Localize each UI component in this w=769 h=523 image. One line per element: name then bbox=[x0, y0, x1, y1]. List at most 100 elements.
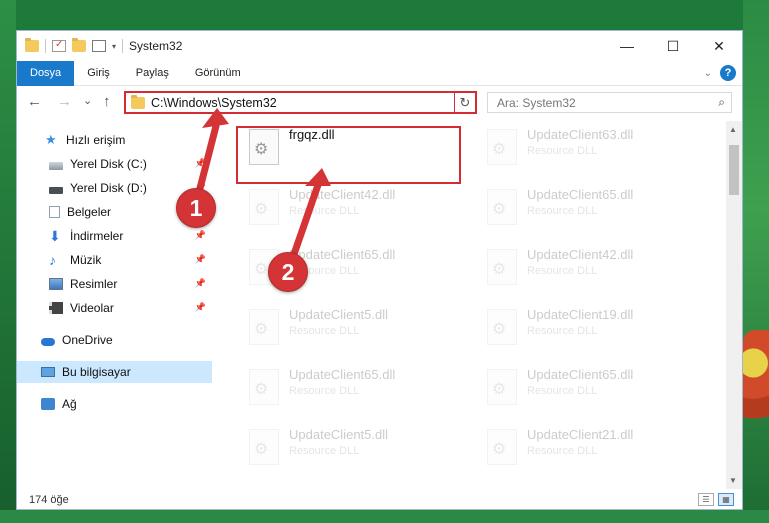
sidebar-item-label: Belgeler bbox=[67, 205, 111, 219]
file-type: Resource DLL bbox=[527, 205, 633, 217]
toolbar-separator bbox=[45, 39, 46, 53]
dll-file-icon bbox=[487, 309, 517, 345]
pin-icon: 📌 bbox=[195, 302, 206, 313]
file-item[interactable]: UpdateClient65.dllResource DLL bbox=[473, 185, 693, 239]
search-placeholder: Ara: System32 bbox=[497, 96, 576, 110]
document-icon bbox=[49, 206, 60, 218]
navigation-pane: ★ Hızlı erişim Yerel Disk (C:) 📌 Yerel D… bbox=[17, 121, 212, 481]
file-item[interactable]: UpdateClient5.dll Resource DLL bbox=[235, 305, 455, 359]
scroll-down-arrow-icon[interactable]: ▼ bbox=[729, 476, 737, 485]
sidebar-item-label: İndirmeler bbox=[70, 229, 123, 243]
scrollbar-thumb[interactable] bbox=[729, 145, 739, 195]
file-name: UpdateClient19.dll bbox=[527, 307, 633, 322]
file-name: UpdateClient5.dll bbox=[289, 307, 388, 322]
sidebar-item-onedrive[interactable]: OneDrive bbox=[17, 329, 212, 351]
tab-view[interactable]: Görünüm bbox=[182, 61, 254, 86]
file-name: UpdateClient21.dll bbox=[527, 427, 633, 442]
file-name: UpdateClient42.dll bbox=[527, 247, 633, 262]
ribbon-right-controls: ⌄ ? bbox=[704, 65, 736, 81]
address-path[interactable]: C:\Windows\System32 bbox=[151, 96, 461, 110]
desktop-background-bottom bbox=[0, 510, 769, 523]
tiles-view-icon[interactable]: ▦ bbox=[718, 493, 734, 506]
pictures-icon bbox=[49, 278, 63, 290]
sidebar-item-downloads[interactable]: ⬇ İndirmeler 📌 bbox=[17, 225, 212, 247]
sidebar-item-videos[interactable]: Videolar 📌 bbox=[17, 297, 212, 319]
view-switcher: ☰ ▦ bbox=[698, 493, 734, 506]
pin-icon: 📌 bbox=[195, 254, 206, 265]
drive-icon bbox=[49, 187, 63, 194]
file-name: UpdateClient5.dll bbox=[289, 427, 388, 442]
properties-check-icon[interactable] bbox=[52, 40, 66, 52]
star-icon: ★ bbox=[45, 134, 59, 146]
file-item[interactable]: UpdateClient63.dll Resource DLL bbox=[473, 125, 693, 179]
folder-icon bbox=[25, 40, 39, 52]
file-type: Resource DLL bbox=[289, 325, 388, 337]
dll-file-icon bbox=[487, 369, 517, 405]
file-item[interactable]: UpdateClient42.dll Resource DLL bbox=[235, 185, 455, 239]
file-item[interactable]: UpdateClient42.dll Resource DLL bbox=[473, 245, 693, 299]
file-type: Resource DLL bbox=[527, 385, 633, 397]
videos-icon bbox=[49, 302, 63, 314]
sidebar-item-label: Hızlı erişim bbox=[66, 133, 125, 147]
address-bar[interactable]: C:\Windows\System32 ⌄ bbox=[124, 91, 477, 114]
file-item[interactable]: UpdateClient21.dll Resource DLL bbox=[473, 425, 693, 479]
scroll-up-arrow-icon[interactable]: ▲ bbox=[729, 125, 737, 134]
tab-file[interactable]: Dosya bbox=[17, 61, 74, 86]
dll-file-icon bbox=[249, 189, 279, 225]
file-type: Resource DLL bbox=[527, 325, 633, 337]
file-type: Resource DLL bbox=[289, 445, 388, 457]
forward-arrow-icon[interactable]: → bbox=[57, 93, 72, 110]
back-arrow-icon[interactable]: ← bbox=[27, 93, 42, 110]
new-folder-icon[interactable] bbox=[72, 40, 86, 52]
file-name: UpdateClient65.dll bbox=[289, 247, 395, 262]
file-name: UpdateClient63.dll bbox=[527, 127, 633, 142]
tab-share[interactable]: Paylaş bbox=[123, 61, 182, 86]
sidebar-item-pictures[interactable]: Resimler 📌 bbox=[17, 273, 212, 295]
up-arrow-icon[interactable]: ↑ bbox=[103, 93, 111, 110]
minimize-button[interactable]: — bbox=[604, 31, 650, 61]
file-type: Resource DLL bbox=[527, 265, 633, 277]
ribbon-tabs: Dosya Giriş Paylaş Görünüm ⌄ ? bbox=[17, 61, 742, 86]
file-type: Resource DLL bbox=[527, 145, 633, 157]
sidebar-item-music[interactable]: ♪ Müzik 📌 bbox=[17, 249, 212, 271]
desktop-background-right bbox=[743, 0, 769, 523]
customize-toolbar-dropdown[interactable]: ▾ bbox=[112, 42, 116, 51]
expand-ribbon-chevron-icon[interactable]: ⌄ bbox=[704, 68, 712, 79]
sidebar-item-this-pc[interactable]: Bu bilgisayar bbox=[17, 361, 212, 383]
details-view-icon[interactable]: ☰ bbox=[698, 493, 714, 506]
file-item[interactable]: UpdateClient65.dllResource DLL bbox=[473, 365, 693, 419]
file-type: Resource DLL bbox=[527, 445, 633, 457]
file-type: Resource DLL bbox=[289, 205, 395, 217]
file-name: UpdateClient65.dll bbox=[289, 367, 395, 382]
sidebar-item-label: Müzik bbox=[70, 253, 101, 267]
sidebar-item-label: Ağ bbox=[62, 397, 77, 411]
sidebar-item-quick-access[interactable]: ★ Hızlı erişim bbox=[17, 129, 212, 151]
pin-icon: 📌 bbox=[195, 278, 206, 289]
recent-locations-icon[interactable]: ⌄ bbox=[83, 94, 92, 107]
item-count: 174 öğe bbox=[29, 494, 69, 506]
search-input[interactable]: Ara: System32 ⌕ bbox=[487, 92, 732, 113]
sidebar-item-network[interactable]: Ağ bbox=[17, 393, 212, 415]
help-icon[interactable]: ? bbox=[720, 65, 736, 81]
toolbar-separator bbox=[122, 39, 123, 53]
onedrive-icon bbox=[41, 338, 55, 346]
file-item[interactable]: UpdateClient5.dll Resource DLL bbox=[235, 425, 455, 479]
file-explorer-window: ▾ System32 — ☐ ✕ Dosya Giriş Paylaş Görü… bbox=[16, 30, 743, 510]
file-name: UpdateClient42.dll bbox=[289, 187, 395, 202]
step-2-badge: 2 bbox=[268, 252, 308, 292]
quick-access-toolbar: ▾ bbox=[17, 31, 123, 61]
desktop-background-left bbox=[0, 0, 16, 523]
vertical-scrollbar[interactable]: ▲ ▼ bbox=[726, 121, 742, 489]
maximize-button[interactable]: ☐ bbox=[650, 31, 696, 61]
download-icon: ⬇ bbox=[49, 230, 63, 242]
sidebar-item-local-disk-c[interactable]: Yerel Disk (C:) 📌 bbox=[17, 153, 212, 175]
navigation-bar: ← → ⌄ ↑ C:\Windows\System32 ⌄ ↻ Ara: Sys… bbox=[17, 87, 742, 119]
file-item[interactable]: UpdateClient19.dll Resource DLL bbox=[473, 305, 693, 359]
rename-icon[interactable] bbox=[92, 40, 106, 52]
file-item[interactable]: UpdateClient65.dllResource DLL bbox=[235, 365, 455, 419]
tab-home[interactable]: Giriş bbox=[74, 61, 123, 86]
close-button[interactable]: ✕ bbox=[696, 31, 742, 61]
refresh-button[interactable]: ↻ bbox=[454, 91, 477, 114]
sidebar-item-label: Bu bilgisayar bbox=[62, 365, 131, 379]
parrot-wallpaper bbox=[743, 330, 769, 440]
